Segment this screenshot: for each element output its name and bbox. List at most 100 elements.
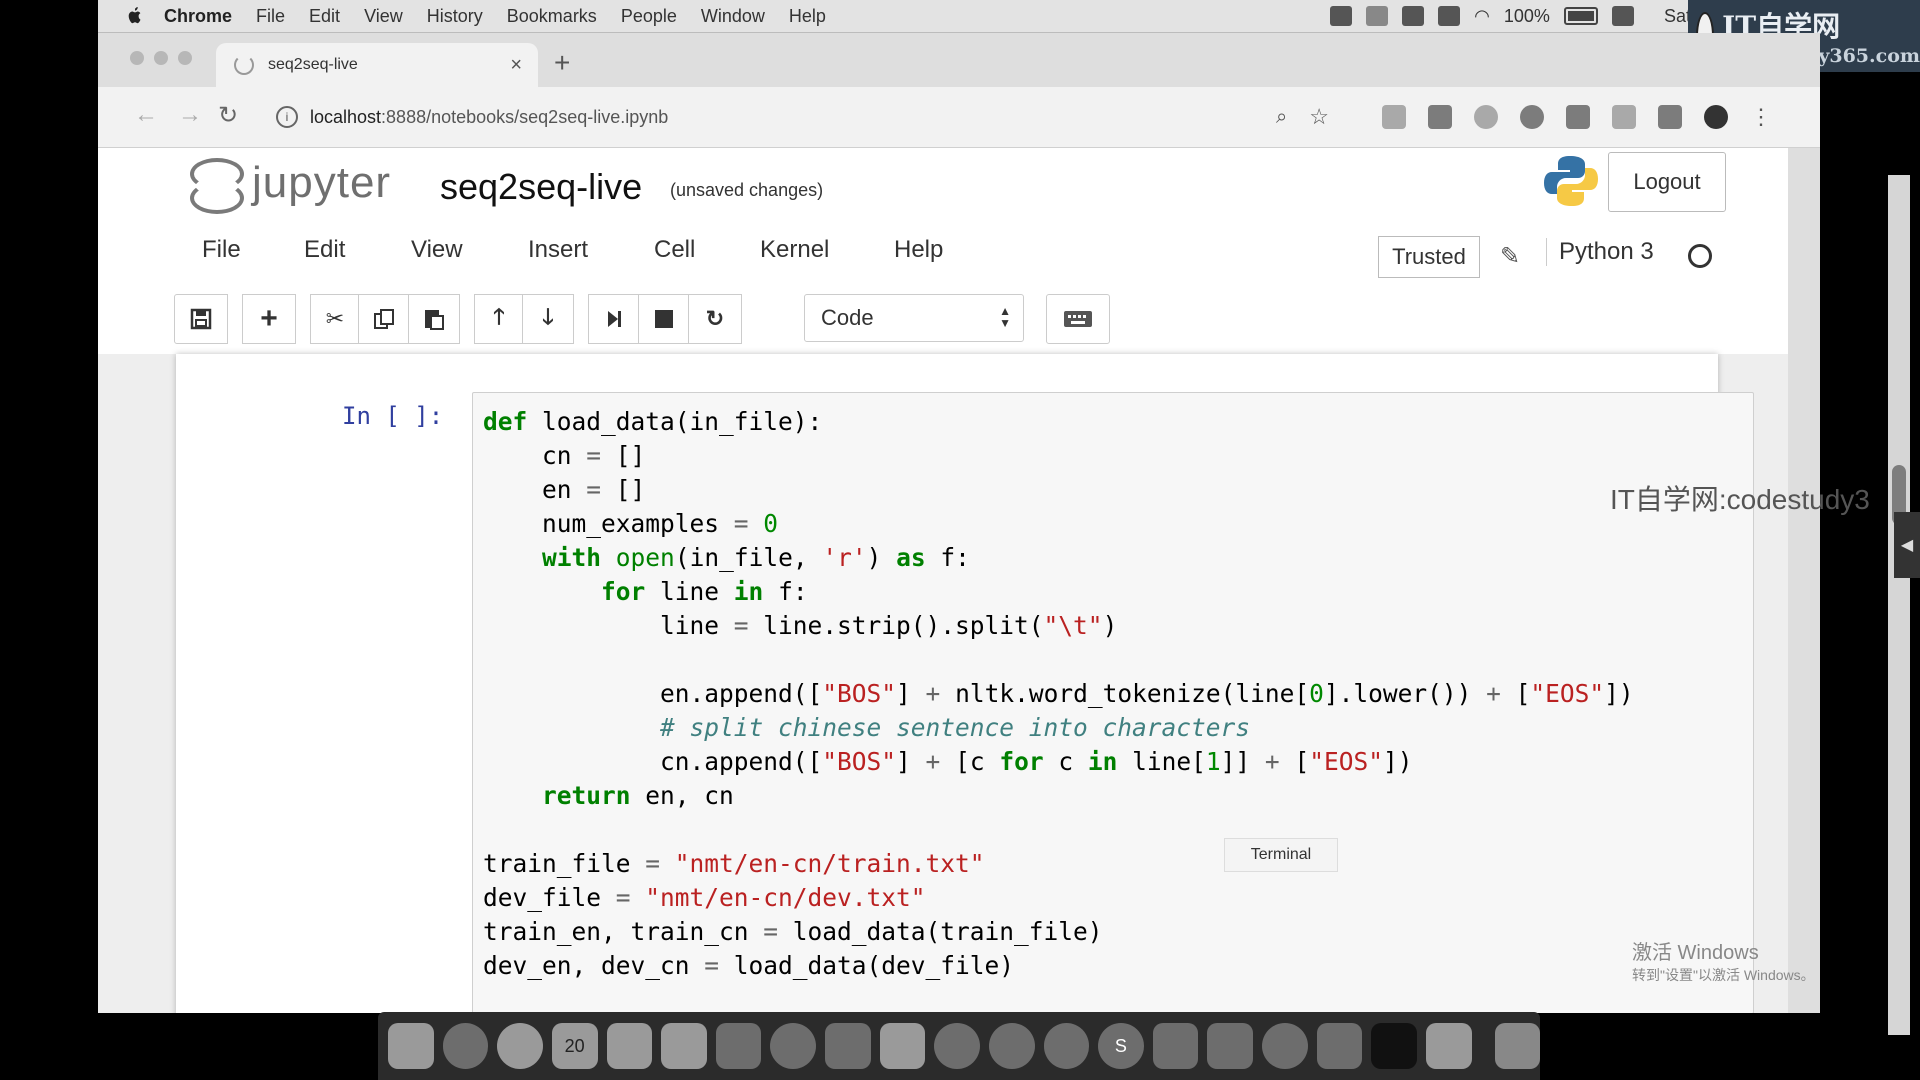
chrome-menu-icon[interactable]: ⋮: [1750, 104, 1772, 130]
insert-cell-button[interactable]: +: [242, 294, 296, 344]
menubar-view[interactable]: View: [364, 6, 403, 27]
forward-button[interactable]: →: [178, 101, 202, 129]
extension-icon-3[interactable]: [1474, 105, 1498, 129]
code-cell[interactable]: def load_data(in_file): cn = [] en = [] …: [472, 392, 1754, 1013]
back-button[interactable]: ←: [134, 101, 158, 129]
side-panel-toggle-icon[interactable]: ◀: [1894, 512, 1920, 578]
page-scrollbar[interactable]: [1888, 175, 1910, 1035]
pycharm-icon[interactable]: [1152, 1023, 1199, 1069]
jupyter-menu-help[interactable]: Help: [894, 236, 943, 264]
cloud-app-icon[interactable]: [1425, 1023, 1472, 1069]
run-cell-button[interactable]: [588, 294, 640, 344]
jupyter-menu-edit[interactable]: Edit: [304, 236, 345, 264]
cloud-icon[interactable]: [1366, 6, 1389, 26]
trash-icon[interactable]: [1494, 1023, 1541, 1069]
stop-icon: [655, 310, 673, 328]
window-zoom-button[interactable]: [178, 51, 192, 65]
arrow-down-icon: 🡓: [542, 304, 554, 329]
restart-icon: ↻: [705, 306, 725, 331]
window-close-button[interactable]: [130, 51, 144, 65]
macos-dock: 20 S: [378, 1012, 1541, 1080]
move-cell-down-button[interactable]: 🡓: [522, 294, 574, 344]
jupyter-menu-cell[interactable]: Cell: [654, 236, 695, 264]
bookmark-star-icon[interactable]: ☆: [1309, 104, 1329, 130]
cell-prompt: In [ ]:: [342, 402, 444, 430]
extension-icon-1[interactable]: [1382, 105, 1406, 129]
app-store-icon[interactable]: [988, 1023, 1035, 1069]
tab-close-icon[interactable]: ×: [510, 54, 522, 77]
trusted-indicator[interactable]: Trusted: [1378, 236, 1480, 278]
user-app-icon[interactable]: [1316, 1023, 1363, 1069]
copy-button[interactable]: [358, 294, 410, 344]
terminal-icon[interactable]: [1371, 1023, 1417, 1069]
extension-icon-2[interactable]: [1428, 105, 1452, 129]
photos-icon[interactable]: [715, 1023, 762, 1069]
move-cell-up-button[interactable]: 🡑: [474, 294, 524, 344]
extension-icon-7[interactable]: [1658, 105, 1682, 129]
chrome-icon[interactable]: [497, 1023, 543, 1069]
battery-icon[interactable]: [1563, 7, 1598, 25]
save-button[interactable]: [174, 294, 228, 344]
jupyter-menu-kernel[interactable]: Kernel: [760, 236, 829, 264]
profile-avatar-icon[interactable]: [1704, 105, 1728, 129]
apple-icon[interactable]: [126, 7, 144, 25]
jupyter-logo[interactable]: jupyter: [190, 156, 391, 214]
extension-icon-6[interactable]: [1612, 105, 1636, 129]
messages-icon[interactable]: [825, 1023, 871, 1069]
notebook-title[interactable]: seq2seq-live: [440, 166, 642, 208]
textedit-icon[interactable]: [879, 1023, 926, 1069]
cut-button[interactable]: ✂: [310, 294, 360, 344]
extension-icon-4[interactable]: [1520, 105, 1544, 129]
address-bar[interactable]: i localhost :8888/notebooks/seq2seq-live…: [266, 97, 1416, 137]
new-tab-button[interactable]: +: [554, 47, 570, 79]
kernel-name[interactable]: Python 3: [1546, 238, 1654, 266]
reminders-icon[interactable]: [661, 1023, 707, 1069]
wifi-icon[interactable]: ◠: [1474, 6, 1490, 27]
site-info-icon[interactable]: i: [276, 106, 298, 128]
reload-button[interactable]: ↻: [218, 101, 238, 130]
pen-tool-icon[interactable]: [1207, 1023, 1253, 1069]
arrow-up-icon: 🡑: [493, 304, 505, 329]
jupyter-menu-file[interactable]: File: [202, 236, 241, 264]
interrupt-kernel-button[interactable]: [638, 294, 690, 344]
opera-icon[interactable]: [1262, 1023, 1308, 1069]
input-method-icon[interactable]: [1438, 6, 1461, 26]
notes-icon[interactable]: [606, 1023, 653, 1069]
paste-button[interactable]: [408, 294, 460, 344]
skype-status-icon[interactable]: [1611, 6, 1634, 26]
code-editor[interactable]: def load_data(in_file): cn = [] en = [] …: [473, 393, 1753, 995]
status-app-icon[interactable]: [1330, 6, 1353, 26]
launchpad-icon[interactable]: [442, 1023, 489, 1069]
copy-icon: [374, 309, 394, 329]
menubar-help[interactable]: Help: [789, 6, 826, 27]
logout-button[interactable]: Logout: [1608, 152, 1726, 212]
menubar-file[interactable]: File: [256, 6, 285, 27]
status-app-icon-2[interactable]: [1402, 6, 1425, 26]
system-preferences-icon[interactable]: [1043, 1023, 1090, 1069]
menubar-people[interactable]: People: [621, 6, 677, 27]
jupyter-logo-icon: [190, 156, 244, 214]
books-icon[interactable]: [934, 1023, 980, 1069]
menubar-history[interactable]: History: [427, 6, 483, 27]
skype-icon[interactable]: S: [1098, 1023, 1144, 1069]
edit-pencil-icon[interactable]: ✎: [1500, 242, 1520, 271]
zoom-icon[interactable]: ⌕: [1276, 106, 1287, 129]
window-minimize-button[interactable]: [154, 51, 168, 65]
menubar-window[interactable]: Window: [701, 6, 765, 27]
menubar-edit[interactable]: Edit: [309, 6, 340, 27]
safari-icon[interactable]: [770, 1023, 816, 1069]
macos-menubar: Chrome File Edit View History Bookmarks …: [98, 0, 1818, 33]
browser-window: seq2seq-live × + ← → ↻ i localhost :8888…: [98, 33, 1910, 1035]
browser-tab[interactable]: seq2seq-live ×: [216, 43, 538, 87]
jupyter-menu-insert[interactable]: Insert: [528, 236, 588, 264]
menubar-app-name[interactable]: Chrome: [164, 6, 232, 27]
menubar-bookmarks[interactable]: Bookmarks: [507, 6, 597, 27]
extension-icon-5[interactable]: [1566, 105, 1590, 129]
command-palette-button[interactable]: [1046, 294, 1110, 344]
jupyter-menu-view[interactable]: View: [411, 236, 463, 264]
restart-kernel-button[interactable]: ↻: [688, 294, 742, 344]
terminal-button[interactable]: Terminal: [1224, 838, 1338, 872]
finder-icon[interactable]: [388, 1023, 434, 1069]
calendar-icon[interactable]: 20: [551, 1023, 598, 1069]
cell-type-select[interactable]: Code ▲ ▼: [804, 294, 1024, 342]
